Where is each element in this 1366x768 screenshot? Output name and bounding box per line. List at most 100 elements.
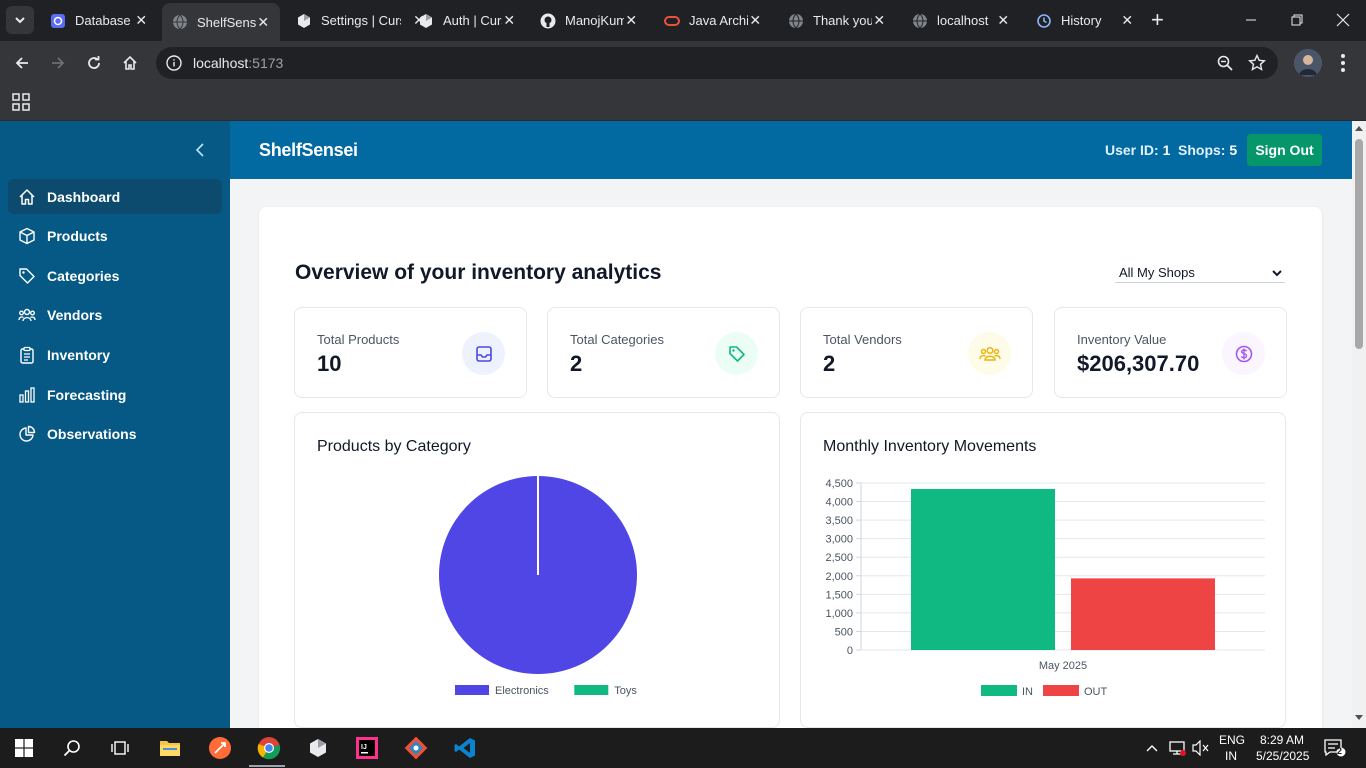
bar-in bbox=[911, 488, 1055, 650]
address-bar[interactable]: localhost:5173 bbox=[156, 47, 1278, 79]
star-icon[interactable] bbox=[1248, 54, 1266, 72]
close-icon[interactable]: ✕ bbox=[748, 12, 762, 29]
sidebar-item-vendors[interactable]: Vendors bbox=[8, 297, 222, 332]
intellij-icon: IJ bbox=[356, 737, 378, 759]
new-tab-button[interactable]: + bbox=[1151, 9, 1164, 31]
y-tick-label: 3,500 bbox=[825, 515, 853, 527]
clock-time[interactable]: 8:29 AM bbox=[1260, 733, 1304, 747]
y-tick-label: 2,500 bbox=[825, 552, 853, 564]
y-tick-label: 0 bbox=[847, 645, 853, 657]
search-button[interactable] bbox=[58, 734, 86, 762]
clock-date[interactable]: 5/25/2025 bbox=[1256, 749, 1309, 763]
reload-button[interactable] bbox=[82, 51, 106, 75]
shop-filter-select[interactable]: All My Shops bbox=[1115, 263, 1285, 283]
close-window-button[interactable] bbox=[1320, 0, 1366, 40]
windows-taskbar: IJ ENG IN 8:29 AM 5/25/2025 2 bbox=[0, 728, 1366, 768]
page-title: Overview of your inventory analytics bbox=[295, 261, 662, 284]
speaker-muted-icon[interactable] bbox=[1192, 740, 1210, 756]
sidebar-item-observations[interactable]: Observations bbox=[8, 416, 222, 451]
sidebar-item-forecasting[interactable]: Forecasting bbox=[8, 377, 222, 412]
home-button[interactable] bbox=[118, 51, 142, 75]
bookmarks-bar bbox=[0, 85, 1366, 121]
browser-tab[interactable]: Java Archive ✕ bbox=[654, 4, 772, 37]
input-region[interactable]: IN bbox=[1225, 749, 1237, 763]
vscode-button[interactable] bbox=[451, 734, 479, 762]
git-app-button[interactable] bbox=[402, 734, 430, 762]
close-icon[interactable]: ✕ bbox=[1120, 12, 1134, 29]
close-icon[interactable]: ✕ bbox=[624, 12, 638, 29]
scroll-up-icon[interactable] bbox=[1355, 125, 1363, 131]
restore-button[interactable] bbox=[1274, 0, 1320, 40]
close-icon[interactable]: ✕ bbox=[502, 12, 516, 29]
apps-grid-icon[interactable] bbox=[12, 93, 30, 111]
cube-icon bbox=[19, 227, 35, 244]
bar-chart-icon bbox=[19, 386, 35, 403]
chevron-up-icon[interactable] bbox=[1146, 743, 1158, 753]
tab-search-button[interactable] bbox=[6, 6, 34, 34]
browser-tab[interactable]: Auth | Cursor ✕ bbox=[408, 4, 526, 37]
reload-icon bbox=[88, 56, 100, 69]
stat-label: Total Products bbox=[317, 332, 400, 347]
sidebar-item-inventory[interactable]: Inventory bbox=[8, 337, 222, 372]
more-vert-icon[interactable] bbox=[1336, 52, 1350, 74]
notifications-icon[interactable] bbox=[1324, 739, 1346, 757]
browser-tab[interactable]: History ✕ bbox=[1026, 4, 1144, 37]
browser-tab[interactable]: Thank you ✕ bbox=[778, 4, 896, 37]
profile-avatar[interactable] bbox=[1294, 49, 1322, 77]
history-icon bbox=[1036, 13, 1052, 29]
close-icon[interactable]: ✕ bbox=[996, 12, 1010, 29]
users-icon bbox=[18, 308, 36, 321]
avatar-icon bbox=[1294, 49, 1322, 77]
shops-value: 5 bbox=[1229, 142, 1238, 158]
cursor-app-button[interactable] bbox=[304, 734, 332, 762]
bar-out bbox=[1071, 578, 1215, 650]
brand-logo[interactable]: ShelfSensei bbox=[259, 140, 358, 161]
input-language[interactable]: ENG bbox=[1219, 733, 1245, 747]
zoom-icon[interactable] bbox=[1216, 54, 1234, 72]
page-scrollbar[interactable] bbox=[1352, 121, 1366, 728]
chevron-left-icon[interactable] bbox=[192, 141, 210, 159]
legend-label: Toys bbox=[614, 685, 637, 697]
browser-tab[interactable]: Database ✕ bbox=[40, 4, 158, 37]
info-icon[interactable] bbox=[166, 55, 182, 71]
stat-value: $206,307.70 bbox=[1077, 351, 1200, 376]
task-view-button[interactable] bbox=[106, 734, 134, 762]
scrollbar-thumb[interactable] bbox=[1355, 139, 1363, 349]
browser-tab[interactable]: localhost ✕ bbox=[902, 4, 1020, 37]
close-icon[interactable]: ✕ bbox=[872, 12, 886, 29]
sidebar-item-products[interactable]: Products bbox=[8, 218, 222, 253]
network-icon[interactable] bbox=[1168, 740, 1186, 756]
cursor-icon bbox=[310, 739, 326, 757]
y-tick-label: 4,000 bbox=[825, 497, 853, 509]
browser-tab-active[interactable]: ShelfSensei ✕ bbox=[162, 3, 280, 41]
forward-button[interactable] bbox=[46, 51, 70, 75]
sign-out-button[interactable]: Sign Out bbox=[1247, 134, 1322, 166]
close-icon[interactable]: ✕ bbox=[134, 12, 148, 29]
chrome-button[interactable] bbox=[255, 734, 283, 762]
back-button[interactable] bbox=[10, 51, 34, 75]
legend-swatch bbox=[455, 685, 489, 695]
products-by-category-card: Products by Category Electronics Toys bbox=[294, 412, 780, 728]
url-text[interactable]: localhost:5173 bbox=[193, 55, 283, 71]
sidebar-item-categories[interactable]: Categories bbox=[8, 258, 222, 293]
tab-title: ManojKumar bbox=[565, 13, 625, 28]
browser-tab[interactable]: ManojKumar ✕ bbox=[530, 4, 648, 37]
home-icon bbox=[123, 55, 137, 70]
file-explorer-button[interactable] bbox=[156, 734, 184, 762]
sidebar-item-dashboard[interactable]: Dashboard bbox=[8, 179, 222, 214]
minimize-button[interactable] bbox=[1228, 0, 1274, 40]
monthly-inventory-movements-card: Monthly Inventory Movements 0 500 1,000 1,5… bbox=[800, 412, 1286, 728]
intellij-button[interactable]: IJ bbox=[353, 734, 381, 762]
arrow-right-icon bbox=[52, 57, 65, 69]
scroll-down-icon[interactable] bbox=[1355, 715, 1363, 721]
start-button[interactable] bbox=[10, 734, 38, 762]
postman-button[interactable] bbox=[206, 734, 234, 762]
legend-swatch bbox=[574, 685, 609, 695]
close-icon bbox=[1336, 13, 1350, 27]
active-app-indicator bbox=[249, 765, 285, 767]
pie-chart-icon bbox=[19, 425, 36, 442]
tab-title: History bbox=[1061, 13, 1102, 28]
close-icon[interactable]: ✕ bbox=[256, 14, 270, 31]
git-icon bbox=[404, 736, 428, 760]
bar-chart: 0 500 1,000 1,500 2,000 2,500 3,000 3,500 4,000 4… bbox=[825, 478, 1265, 698]
